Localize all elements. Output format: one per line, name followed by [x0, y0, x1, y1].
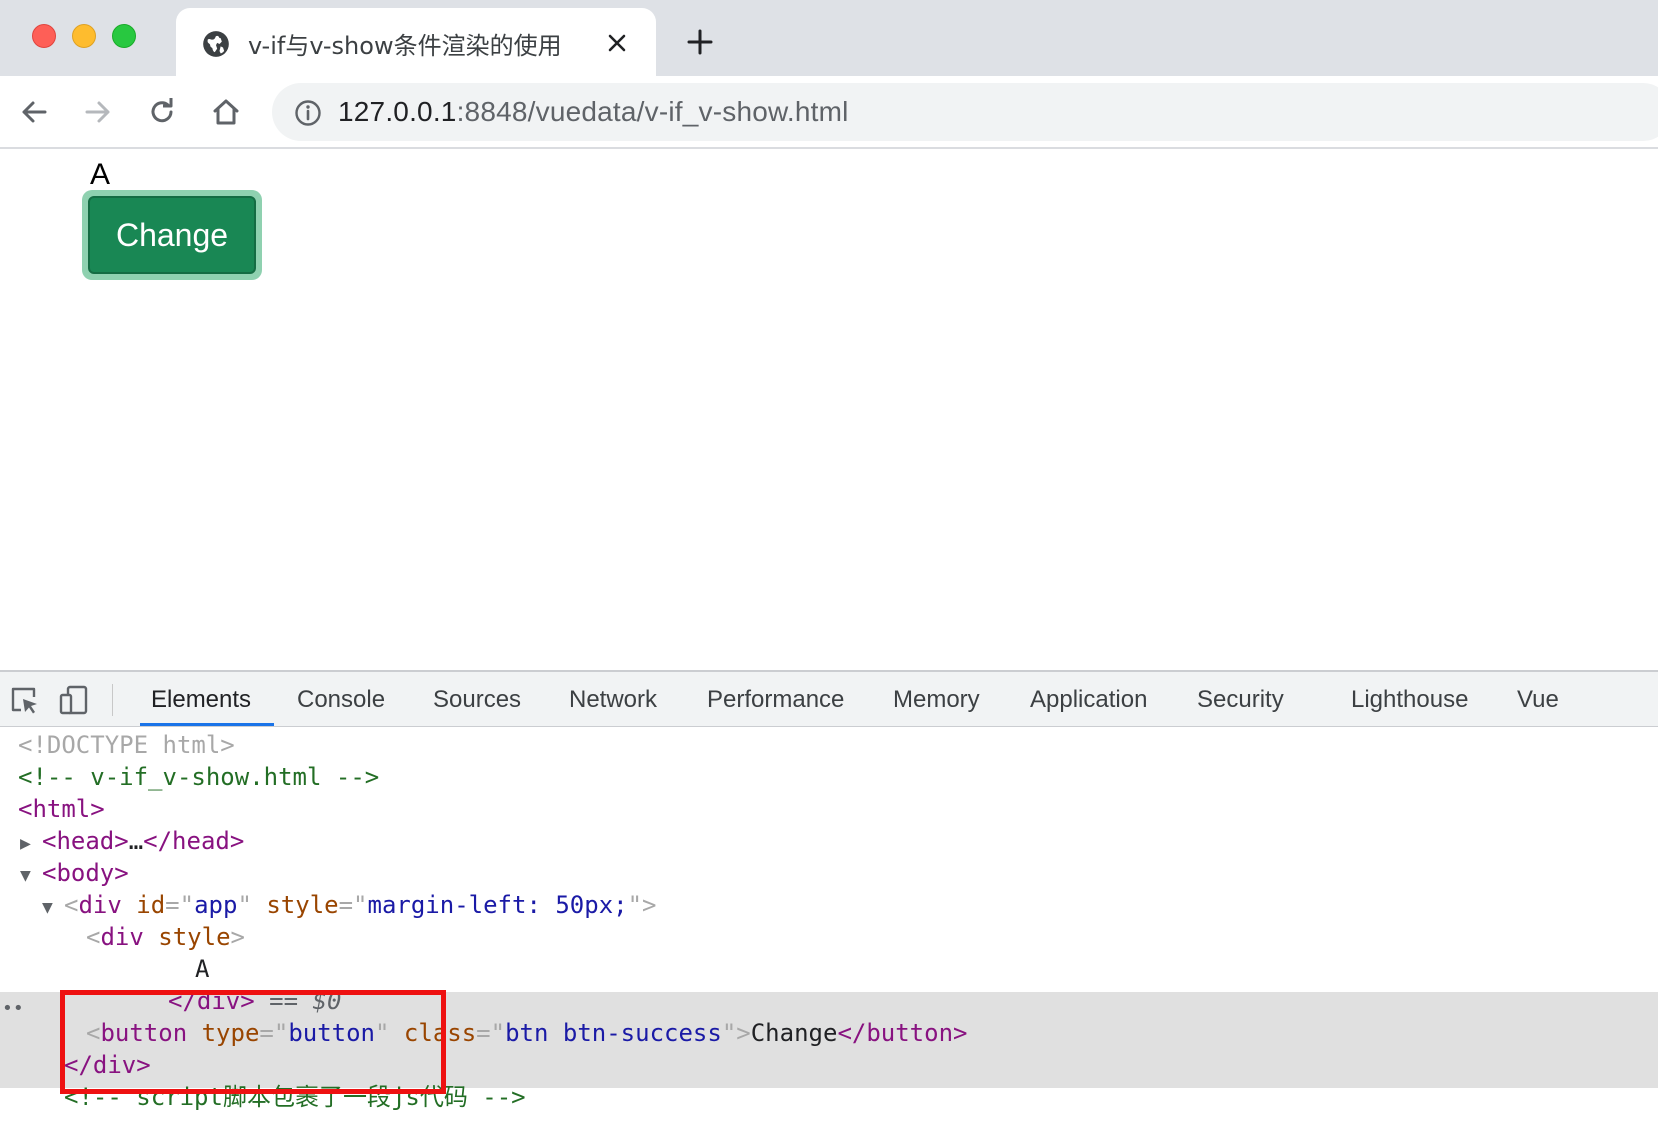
devtools-separator — [112, 684, 113, 716]
dom-line-selected-div-text[interactable]: A — [0, 952, 1658, 986]
attr-style-value: margin-left: 50px; — [367, 891, 628, 919]
tab-security[interactable]: Security — [1197, 686, 1284, 714]
change-button-label: Change — [88, 196, 256, 274]
selected-div-attr: style — [158, 923, 231, 951]
dom-line-html[interactable]: <html> — [0, 792, 1658, 826]
dom-tree: •• <!DOCTYPE html> <!-- v-if_v-show.html… — [0, 728, 1658, 1132]
dom-line-button[interactable]: <button type="button" class="btn btn-suc… — [0, 1016, 1658, 1050]
active-tab-indicator — [140, 723, 274, 726]
selected-div-close-tag: </div> — [168, 987, 255, 1015]
page-viewport: A Change — [0, 150, 1658, 670]
new-tab-icon[interactable] — [686, 28, 714, 56]
attr-type-name: type — [201, 1019, 260, 1047]
dom-line-selected-div-open[interactable]: <div style> — [0, 920, 1658, 954]
back-arrow-icon[interactable] — [18, 96, 50, 128]
tab-network[interactable]: Network — [569, 686, 657, 714]
forward-arrow-icon[interactable] — [82, 96, 114, 128]
attr-id-name: id — [136, 891, 166, 919]
page-text-a: A — [90, 158, 111, 191]
dom-line-doctype[interactable]: <!DOCTYPE html> — [0, 728, 1658, 762]
window-close-button[interactable] — [32, 24, 56, 48]
dom-line-div-close[interactable]: </div> — [0, 1048, 1658, 1082]
attr-class-name: class — [403, 1019, 477, 1047]
window-zoom-button[interactable] — [112, 24, 136, 48]
devtools-tab-bar: Elements Console Sources Network Perform… — [0, 672, 1658, 727]
dom-line-div-app[interactable]: ▼ <div id="app" style="margin-left: 50px;… — [0, 888, 1658, 922]
div-close-tag: </div> — [64, 1051, 151, 1079]
globe-icon — [203, 31, 229, 57]
tab-sources[interactable]: Sources — [433, 686, 521, 714]
dom-line-selected-div-close[interactable]: </div> == $0 — [0, 984, 1658, 1018]
tab-elements[interactable]: Elements — [151, 686, 251, 714]
close-tab-icon[interactable] — [606, 32, 628, 54]
url-host: 127.0.0.1 — [338, 96, 457, 127]
script-comment-text: <!-- script脚本包裹了一段js代码 --> — [64, 1083, 526, 1111]
url-path: :8848/vuedata/v-if_v-show.html — [456, 96, 849, 127]
head-close-tag: </head> — [143, 827, 245, 855]
browser-tab-active[interactable]: v-if与v-show条件渲染的使用 — [176, 8, 656, 76]
div-app-tag: div — [78, 891, 122, 919]
button-close-tag: </button> — [837, 1019, 968, 1047]
attr-type-value: button — [288, 1019, 376, 1047]
dom-line-comment[interactable]: <!-- v-if_v-show.html --> — [0, 760, 1658, 794]
window-minimize-button[interactable] — [72, 24, 96, 48]
body-open-tag: <body> — [42, 859, 129, 887]
tab-title: v-if与v-show条件渲染的使用 — [248, 32, 562, 60]
button-tag: button — [100, 1019, 188, 1047]
browser-toolbar: 127.0.0.1:8848/vuedata/v-if_v-show.html — [0, 76, 1658, 149]
dom-line-script-comment[interactable]: <!-- script脚本包裹了一段js代码 --> — [0, 1080, 1658, 1114]
home-icon[interactable] — [210, 96, 242, 128]
attr-id-value: app — [194, 891, 238, 919]
dom-line-head[interactable]: ▶ <head>…</head> — [0, 824, 1658, 858]
attr-style-name: style — [266, 891, 339, 919]
tab-memory[interactable]: Memory — [893, 686, 980, 714]
tab-lighthouse[interactable]: Lighthouse — [1351, 686, 1468, 714]
dom-line-body[interactable]: ▼ <body> — [0, 856, 1658, 890]
head-ellipsis[interactable]: … — [129, 827, 143, 855]
tab-application[interactable]: Application — [1030, 686, 1147, 714]
inspect-element-icon[interactable] — [8, 684, 40, 716]
attr-class-value: btn btn-success — [505, 1019, 722, 1047]
console-ref: == $0 — [269, 987, 342, 1015]
selected-div-tag: div — [100, 923, 144, 951]
device-toolbar-icon[interactable] — [58, 684, 90, 716]
tab-console[interactable]: Console — [297, 686, 385, 714]
devtools-panel: Elements Console Sources Network Perform… — [0, 670, 1658, 1132]
tab-performance[interactable]: Performance — [707, 686, 844, 714]
url-text[interactable]: 127.0.0.1:8848/vuedata/v-if_v-show.html — [338, 96, 849, 128]
head-open-tag: <head> — [42, 827, 129, 855]
selected-div-text: A — [195, 955, 210, 983]
tab-vue[interactable]: Vue — [1517, 686, 1559, 714]
button-text: Change — [750, 1019, 838, 1047]
reload-icon[interactable] — [146, 96, 178, 128]
doctype-text: <!DOCTYPE html> — [18, 731, 235, 759]
browser-tab-strip: v-if与v-show条件渲染的使用 — [0, 0, 1658, 76]
html-tag: <html> — [18, 795, 105, 823]
info-icon[interactable] — [294, 99, 322, 127]
change-button[interactable]: Change — [82, 190, 262, 280]
address-bar[interactable]: 127.0.0.1:8848/vuedata/v-if_v-show.html — [272, 83, 1658, 141]
comment-text: <!-- v-if_v-show.html --> — [18, 763, 380, 791]
